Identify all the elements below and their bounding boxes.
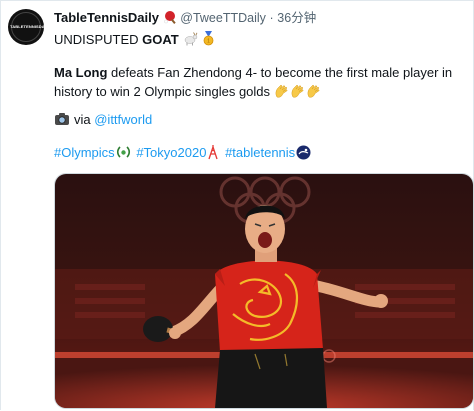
table-tennis-paddle-icon	[163, 11, 176, 24]
timestamp[interactable]: 36分钟	[277, 11, 316, 25]
tweet-card[interactable]: TABLETENNISDAILY TableTennisDaily @TweeT…	[0, 0, 474, 410]
body-text: defeats Fan Zhendong 4- to become the fi…	[54, 65, 453, 99]
hashtag-olympics[interactable]: #Olympics	[54, 145, 115, 160]
body-bold-name[interactable]: Ma Long	[54, 65, 107, 80]
separator-dot: ·	[269, 11, 274, 25]
user-handle[interactable]: @TweeTTDaily	[180, 11, 266, 25]
medal-icon: 1	[203, 31, 214, 46]
display-name[interactable]: TableTennisDaily	[54, 10, 159, 25]
tweet-headline: UNDISPUTED GOAT 1	[54, 31, 215, 48]
hashtag-tokyo2020[interactable]: #Tokyo2020	[136, 145, 206, 160]
tweet-photo[interactable]	[54, 173, 474, 409]
credit-line: via @ittfworld	[54, 111, 152, 128]
goat-icon	[185, 32, 198, 46]
via-label: via	[74, 112, 95, 127]
photo-ma-long-celebrating	[55, 174, 473, 408]
clap-icon	[275, 84, 288, 98]
mention-link[interactable]: @ittfworld	[94, 112, 152, 127]
hashtag-row: #Olympics #Tokyo2020 #tabletennis	[54, 144, 313, 164]
tabletennis-hashflag-icon	[296, 145, 311, 160]
hashtag-tabletennis[interactable]: #tabletennis	[225, 145, 295, 160]
clap-icon	[291, 84, 304, 98]
headline-bold: GOAT	[142, 32, 179, 47]
camera-icon	[55, 113, 69, 125]
tokyo-tower-icon	[208, 145, 219, 160]
headline-prefix: UNDISPUTED	[54, 32, 143, 47]
avatar-logo-text: TABLETENNISDAILY	[10, 24, 44, 29]
avatar[interactable]: TABLETENNISDAILY	[8, 9, 44, 45]
svg-text:1: 1	[207, 39, 210, 45]
laurel-icon	[116, 146, 130, 158]
tweet-body: Ma Long defeats Fan Zhendong 4- to becom…	[54, 63, 464, 101]
clap-icon	[307, 84, 320, 98]
tweet-header: TableTennisDaily @TweeTTDaily · 36分钟	[54, 10, 316, 26]
